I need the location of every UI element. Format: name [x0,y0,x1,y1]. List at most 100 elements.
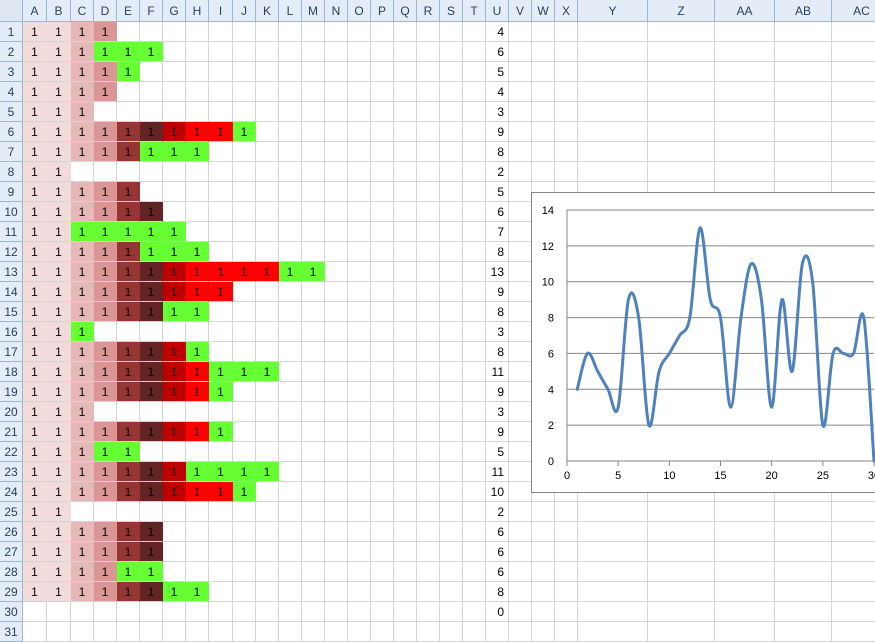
grid-cell[interactable] [394,162,417,182]
grid-cell[interactable] [440,202,463,222]
grid-cell[interactable] [209,582,233,602]
grid-cell[interactable] [256,162,279,182]
grid-cell[interactable] [117,622,140,642]
grid-cell[interactable]: 1 [256,362,279,382]
grid-cell[interactable] [209,182,233,202]
grid-cell[interactable] [256,562,279,582]
grid-cell[interactable]: 1 [117,422,140,442]
grid-cell[interactable] [440,622,463,642]
grid-cell[interactable] [256,382,279,402]
grid-cell[interactable] [394,22,417,42]
grid-cell[interactable] [440,162,463,182]
grid-cell[interactable]: 1 [163,282,186,302]
grid-cell[interactable] [394,482,417,502]
grid-cell[interactable] [555,82,578,102]
grid-cell[interactable]: 1 [163,362,186,382]
grid-cell[interactable]: 1 [23,422,47,442]
column-header[interactable]: L [279,0,302,22]
grid-cell[interactable] [463,142,486,162]
grid-cell[interactable] [509,102,532,122]
grid-cell[interactable] [532,622,555,642]
grid-cell[interactable] [394,82,417,102]
grid-cell[interactable]: 4 [486,22,509,42]
grid-cell[interactable] [371,182,394,202]
grid-cell[interactable]: 1 [94,442,117,462]
grid-cell[interactable] [715,142,775,162]
row-header[interactable]: 17 [0,342,23,362]
grid-cell[interactable] [209,222,233,242]
grid-cell[interactable]: 1 [140,282,163,302]
grid-cell[interactable]: 7 [486,222,509,242]
grid-cell[interactable]: 1 [71,262,94,282]
column-header[interactable]: W [532,0,555,22]
grid-cell[interactable]: 1 [117,282,140,302]
grid-cell[interactable] [325,362,348,382]
grid-cell[interactable]: 1 [94,262,117,282]
grid-cell[interactable] [440,542,463,562]
grid-cell[interactable] [71,602,94,622]
grid-cell[interactable] [325,22,348,42]
grid-cell[interactable] [163,522,186,542]
grid-cell[interactable] [832,142,875,162]
grid-cell[interactable] [509,262,532,282]
column-header[interactable]: U [486,0,509,22]
grid-cell[interactable]: 1 [47,502,71,522]
row-header[interactable]: 29 [0,582,23,602]
grid-cell[interactable]: 1 [23,402,47,422]
grid-cell[interactable] [140,62,163,82]
grid-cell[interactable] [509,562,532,582]
row-header[interactable]: 9 [0,182,23,202]
grid-cell[interactable] [417,342,440,362]
grid-cell[interactable]: 1 [47,222,71,242]
grid-cell[interactable] [394,562,417,582]
grid-cell[interactable] [302,362,325,382]
grid-cell[interactable] [509,162,532,182]
grid-cell[interactable] [440,22,463,42]
grid-cell[interactable] [394,202,417,222]
grid-cell[interactable] [371,302,394,322]
grid-cell[interactable] [775,122,832,142]
grid-cell[interactable] [417,322,440,342]
grid-cell[interactable] [186,62,209,82]
grid-cell[interactable] [832,542,875,562]
grid-cell[interactable] [233,622,256,642]
grid-cell[interactable] [509,182,532,202]
grid-cell[interactable]: 1 [47,122,71,142]
grid-cell[interactable] [509,382,532,402]
grid-cell[interactable] [348,482,371,502]
grid-cell[interactable] [163,542,186,562]
grid-cell[interactable] [302,222,325,242]
grid-cell[interactable] [509,22,532,42]
grid-cell[interactable] [302,502,325,522]
grid-cell[interactable] [256,522,279,542]
grid-cell[interactable] [163,602,186,622]
grid-cell[interactable] [117,602,140,622]
grid-cell[interactable] [371,162,394,182]
grid-cell[interactable] [348,42,371,62]
grid-cell[interactable] [532,502,555,522]
grid-cell[interactable]: 1 [186,462,209,482]
grid-cell[interactable]: 1 [117,562,140,582]
grid-cell[interactable] [371,622,394,642]
grid-cell[interactable] [325,102,348,122]
grid-cell[interactable] [509,502,532,522]
grid-cell[interactable] [440,602,463,622]
grid-cell[interactable] [417,522,440,542]
grid-cell[interactable]: 11 [486,362,509,382]
grid-cell[interactable] [371,202,394,222]
grid-cell[interactable]: 1 [233,262,256,282]
grid-cell[interactable] [279,102,302,122]
grid-cell[interactable]: 2 [486,162,509,182]
grid-cell[interactable]: 1 [23,102,47,122]
grid-cell[interactable]: 1 [23,62,47,82]
grid-cell[interactable]: 1 [47,102,71,122]
grid-cell[interactable] [47,602,71,622]
grid-cell[interactable] [394,222,417,242]
grid-cell[interactable]: 1 [140,42,163,62]
row-header[interactable]: 23 [0,462,23,482]
grid-cell[interactable]: 1 [209,382,233,402]
grid-cell[interactable] [578,162,648,182]
row-header[interactable]: 21 [0,422,23,442]
grid-cell[interactable] [463,82,486,102]
grid-cell[interactable] [279,482,302,502]
